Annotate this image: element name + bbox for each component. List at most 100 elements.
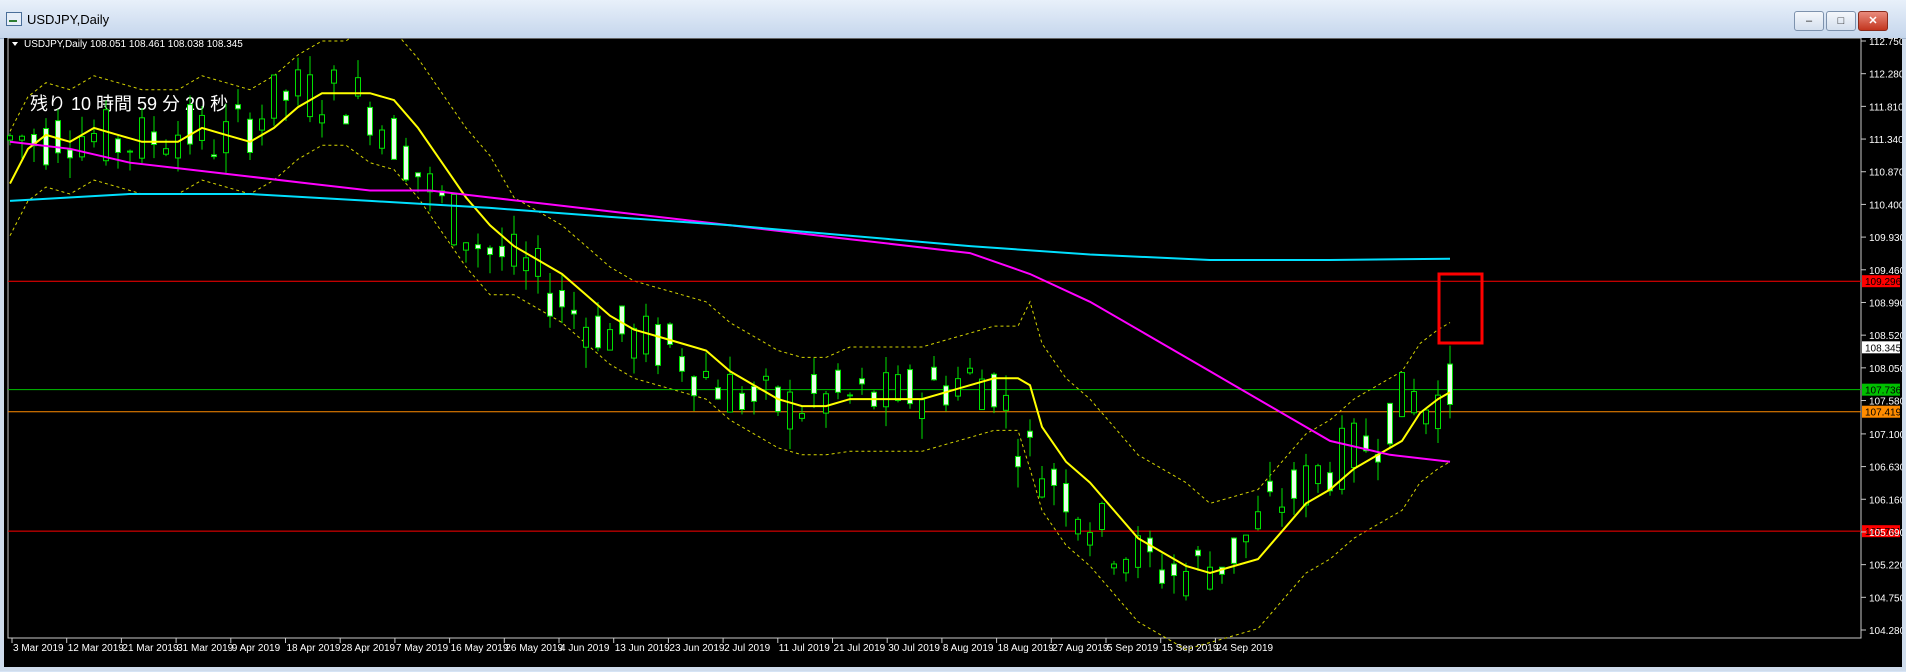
- candle-body: [679, 356, 685, 372]
- y-tick-label: 110.870: [1869, 168, 1902, 179]
- chart-window-icon: [6, 12, 22, 26]
- candle-body: [235, 104, 241, 110]
- x-tick-label: 15 Sep 2019: [1162, 643, 1219, 654]
- window-title: USDJPY,Daily: [27, 12, 110, 27]
- candle-body: [1075, 518, 1081, 535]
- level-price-label: 107.736: [1865, 386, 1902, 397]
- x-tick-label: 18 Aug 2019: [998, 643, 1055, 654]
- candle-body: [559, 290, 565, 308]
- candle-body: [655, 324, 661, 366]
- minimize-button[interactable]: –: [1794, 11, 1824, 31]
- x-tick-label: 3 Mar 2019: [13, 643, 64, 654]
- candle-body: [7, 135, 13, 141]
- current-price-label: 108.345: [1865, 343, 1902, 354]
- candle-body: [1207, 566, 1213, 590]
- candle-body: [895, 374, 901, 402]
- candle-body: [763, 375, 769, 381]
- candle-body: [79, 136, 85, 158]
- close-button[interactable]: ✕: [1858, 11, 1888, 31]
- candle-body: [1015, 455, 1021, 468]
- x-tick-label: 7 May 2019: [396, 643, 449, 654]
- candle-body: [523, 257, 529, 272]
- candle-body: [1279, 506, 1285, 513]
- maximize-button[interactable]: □: [1826, 11, 1856, 31]
- candle-body: [1027, 430, 1033, 438]
- y-tick-label: 106.630: [1869, 463, 1902, 474]
- candle-body: [1039, 478, 1045, 498]
- x-tick-label: 11 Jul 2019: [779, 643, 830, 654]
- candle-body: [379, 129, 385, 149]
- x-tick-label: 26 May 2019: [505, 643, 563, 654]
- candle-body: [1267, 480, 1273, 493]
- y-tick-label: 112.750: [1869, 38, 1902, 48]
- candle-body: [91, 132, 97, 143]
- level-price-label: 109.296: [1865, 277, 1902, 288]
- symbol-info: USDJPY,Daily 108.051 108.461 108.038 108…: [24, 39, 243, 50]
- countdown-overlay: 残り 10 時間 59 分 20 秒: [30, 94, 228, 114]
- x-tick-label: 13 Jun 2019: [615, 643, 670, 654]
- candle-body: [631, 327, 637, 359]
- candle-body: [979, 378, 985, 411]
- candle-body: [823, 393, 829, 414]
- candle-body: [511, 233, 517, 267]
- x-tick-label: 30 Jul 2019: [888, 643, 940, 654]
- candle-body: [403, 145, 409, 181]
- candle-body: [1411, 391, 1417, 414]
- y-tick-label: 108.050: [1869, 364, 1902, 375]
- y-tick-label: 111.340: [1869, 135, 1902, 146]
- x-tick-label: 27 Aug 2019: [1052, 643, 1109, 654]
- candle-body: [103, 109, 109, 162]
- candle-body: [847, 394, 853, 397]
- candle-body: [1111, 563, 1117, 569]
- candle-body: [1063, 483, 1069, 513]
- candle-body: [343, 115, 349, 125]
- candle-body: [175, 134, 181, 159]
- candle-body: [1291, 469, 1297, 499]
- y-tick-label: 112.280: [1869, 70, 1902, 81]
- candle-body: [1051, 468, 1057, 486]
- chart-canvas[interactable]: USDJPY,Daily 108.051 108.461 108.038 108…: [4, 23, 1906, 667]
- candle-body: [739, 392, 745, 410]
- chart-window: USDJPY,Daily – □ ✕ USDJPY,Daily 108.051 …: [0, 0, 1906, 671]
- candle-body: [727, 373, 733, 413]
- y-tick-label: 107.580: [1869, 397, 1902, 408]
- y-tick-label: 108.990: [1869, 298, 1902, 309]
- price-chart[interactable]: USDJPY,Daily 108.051 108.461 108.038 108…: [4, 23, 1906, 667]
- candle-body: [331, 69, 337, 84]
- candle-body: [475, 244, 481, 250]
- candle-body: [607, 329, 613, 351]
- candle-body: [163, 148, 169, 155]
- x-tick-label: 2 Jul 2019: [724, 643, 771, 654]
- x-tick-label: 21 Jul 2019: [834, 643, 886, 654]
- candle-body: [19, 135, 25, 141]
- candle-body: [1423, 409, 1429, 425]
- candle-body: [259, 118, 265, 131]
- candle-body: [619, 305, 625, 335]
- title-bar[interactable]: USDJPY,Daily – □ ✕: [0, 0, 1906, 39]
- candle-body: [919, 399, 925, 420]
- candle-body: [1171, 563, 1177, 577]
- candle-body: [715, 387, 721, 400]
- candle-body: [835, 369, 841, 393]
- x-tick-label: 4 Jun 2019: [560, 643, 610, 654]
- y-tick-label: 105.690: [1869, 528, 1902, 539]
- candle-body: [427, 173, 433, 193]
- candle-body: [295, 69, 301, 97]
- candle-body: [67, 149, 73, 159]
- candle-body: [931, 366, 937, 381]
- candle-body: [583, 326, 589, 348]
- candle-body: [595, 315, 601, 349]
- y-tick-label: 104.280: [1869, 626, 1902, 637]
- y-tick-label: 109.930: [1869, 233, 1902, 244]
- candle-body: [211, 154, 217, 158]
- candle-body: [535, 248, 541, 277]
- candle-body: [1303, 465, 1309, 506]
- y-tick-label: 104.750: [1869, 593, 1902, 604]
- candle-body: [811, 374, 817, 394]
- candle-body: [799, 413, 805, 419]
- candle-body: [1195, 549, 1201, 557]
- candle-body: [451, 193, 457, 246]
- candle-body: [499, 245, 505, 258]
- x-tick-label: 12 Mar 2019: [68, 643, 125, 654]
- candle-body: [223, 121, 229, 154]
